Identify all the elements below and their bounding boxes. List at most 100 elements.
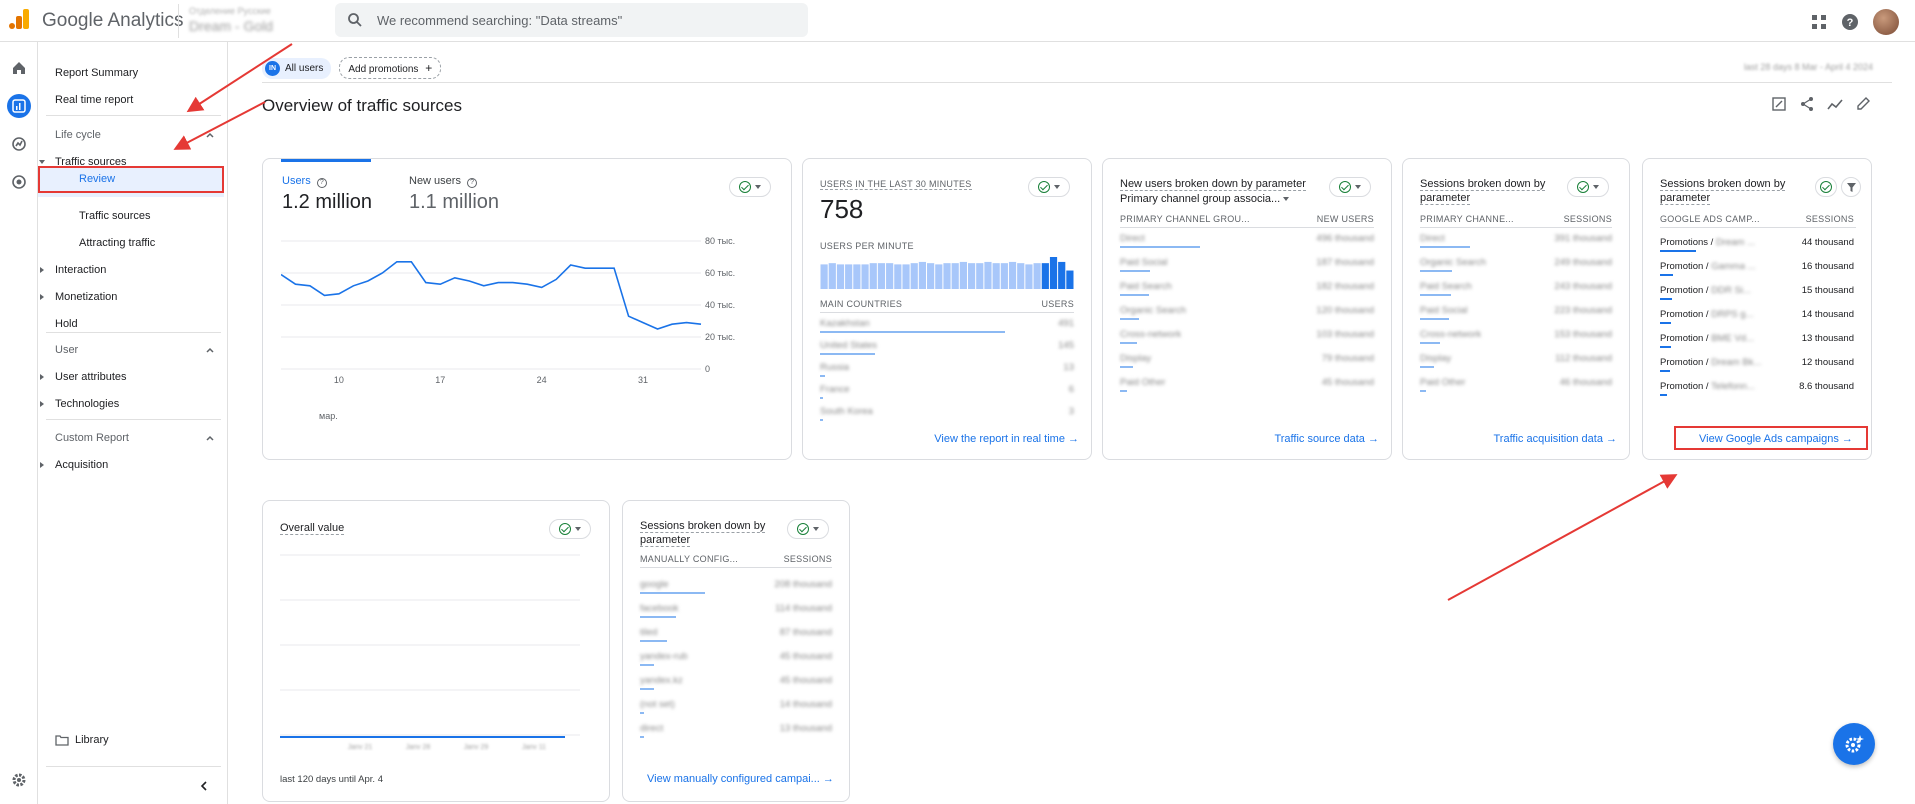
per-minute-bar: [861, 264, 869, 289]
collapse-sidebar-icon[interactable]: [198, 780, 210, 792]
comparison-status-button[interactable]: [729, 177, 771, 197]
card-title-text: Sessions broken down by parameter: [640, 520, 766, 547]
comparison-status-button[interactable]: [1815, 177, 1837, 197]
link-label: View the report in real time: [934, 433, 1065, 445]
share-icon[interactable]: [1799, 96, 1815, 112]
realtime-value: 758: [820, 194, 864, 224]
sidebar-item-report-summary[interactable]: Report Summary: [55, 63, 138, 83]
sidebar-item-user-attributes[interactable]: User attributes: [40, 367, 127, 387]
per-minute-bar: [976, 263, 984, 289]
section-custom-report[interactable]: Custom Report: [55, 428, 215, 448]
apps-grid-icon[interactable]: [1811, 14, 1827, 30]
all-users-chip[interactable]: IN All users: [262, 57, 332, 79]
edit-pencil-icon[interactable]: [1855, 96, 1871, 112]
date-range-picker[interactable]: last 28 days 8 Mar - April 4 2024: [1744, 62, 1873, 72]
metric-tab-new-users[interactable]: New users ?: [409, 175, 478, 188]
per-minute-bar: [927, 263, 935, 289]
sidebar-item-technologies[interactable]: Technologies: [39, 394, 119, 414]
comparison-status-button[interactable]: [1567, 177, 1609, 197]
sidebar-item-traffic-sources-sub[interactable]: Traffic sources: [79, 206, 151, 226]
sidebar-item-library[interactable]: Library: [55, 730, 109, 750]
section-user[interactable]: User: [55, 340, 215, 360]
row-label: Display: [1120, 353, 1152, 364]
advertising-icon[interactable]: [7, 170, 31, 194]
row-value: 491: [1058, 318, 1074, 329]
sidebar-item-hold[interactable]: Hold: [55, 314, 78, 334]
metric-label: New users: [409, 175, 461, 187]
insights-icon[interactable]: [1827, 96, 1843, 112]
row-bar: [1120, 294, 1150, 296]
filter-button[interactable]: [1841, 177, 1861, 197]
view-manual-campaigns-link[interactable]: View manually configured campai... →: [647, 773, 834, 785]
sidebar-item-review[interactable]: Review: [38, 166, 224, 193]
explore-icon[interactable]: [7, 132, 31, 156]
row-value: 13 thousand: [1801, 333, 1854, 344]
col-header-countries: MAIN COUNTRIES: [820, 299, 903, 309]
row-label-prefix: Promotion /: [1660, 333, 1712, 344]
sidebar-item-real-time[interactable]: Real time report: [55, 90, 133, 110]
search-input[interactable]: [377, 3, 797, 37]
row-value: 8.6 thousand: [1799, 381, 1854, 392]
google-analytics-logo[interactable]: [8, 8, 30, 30]
add-comparison-button[interactable]: Add promotions +: [339, 57, 442, 79]
y-tick-label: 60 тыс.: [705, 268, 735, 278]
card-title: Overall value: [280, 521, 345, 535]
x-tick-label: 10: [334, 375, 344, 385]
row-label: Paid Search: [1120, 281, 1172, 292]
row-bar: [820, 375, 825, 377]
chevron-up-icon[interactable]: [205, 433, 215, 443]
sidebar-item-attracting-traffic[interactable]: Attracting traffic: [79, 233, 155, 253]
plus-icon: +: [425, 61, 433, 75]
sidebar-item-interaction[interactable]: Interaction: [39, 260, 106, 280]
row-bar: [640, 736, 645, 738]
per-minute-bar: [910, 263, 918, 289]
chevron-up-icon[interactable]: [205, 345, 215, 355]
row-value: 187 thousand: [1316, 257, 1374, 268]
view-realtime-link[interactable]: View the report in real time →: [934, 433, 1079, 445]
row-bar: [640, 616, 676, 618]
col-header-sessions: SESSIONS: [1805, 214, 1854, 224]
row-label: France: [820, 384, 850, 395]
users-per-minute-bar-chart: [820, 257, 1074, 289]
check-circle-icon: [1820, 181, 1832, 193]
comparison-status-button[interactable]: [549, 519, 591, 539]
avatar[interactable]: [1873, 9, 1899, 35]
row-label: Organic Search: [1120, 305, 1187, 316]
sidebar-item-monetization[interactable]: Monetization: [39, 287, 117, 307]
sidebar-divider: [46, 115, 221, 116]
arrow-right-icon: →: [1368, 433, 1379, 445]
search-bar[interactable]: [335, 3, 808, 37]
info-icon[interactable]: ?: [316, 178, 327, 188]
row-label: facebook: [640, 603, 679, 614]
app-title: Google Analytics: [42, 10, 184, 31]
comparison-status-button[interactable]: [1028, 177, 1070, 197]
comparison-status-button[interactable]: [787, 519, 829, 539]
info-icon[interactable]: ?: [467, 178, 478, 188]
help-icon[interactable]: ?: [1841, 13, 1859, 31]
home-icon[interactable]: [7, 56, 31, 80]
comparison-status-button[interactable]: [1329, 177, 1371, 197]
row-label: South Korea: [820, 406, 873, 417]
chevron-up-icon[interactable]: [205, 130, 215, 140]
traffic-acquisition-link[interactable]: Traffic acquisition data →: [1493, 433, 1617, 445]
per-minute-bar: [935, 264, 943, 289]
sidebar-item-acquisition[interactable]: Acquisition: [39, 455, 108, 475]
account-picker[interactable]: Отделение Русские Dream - Gold: [178, 4, 318, 38]
row-label: yandex-rub: [640, 651, 688, 662]
assistant-fab-button[interactable]: [1833, 723, 1875, 765]
settings-gear-icon[interactable]: [7, 768, 31, 792]
dimension-picker[interactable]: Primary channel group associa...: [1120, 192, 1290, 206]
check-circle-icon: [739, 181, 751, 193]
row-label: Russia: [820, 362, 850, 373]
page-title: Overview of traffic sources: [262, 96, 462, 115]
customize-report-icon[interactable]: [1771, 96, 1787, 112]
check-circle-icon: [1577, 181, 1589, 193]
row-label: Organic Search: [1420, 257, 1487, 268]
metric-tab-users[interactable]: Users ?: [282, 175, 327, 188]
section-life-cycle[interactable]: Life cycle: [55, 125, 215, 145]
metric-label: Users: [282, 175, 311, 187]
traffic-source-data-link[interactable]: Traffic source data →: [1274, 433, 1379, 445]
row-bar: [640, 712, 645, 714]
row-value: 79 thousand: [1321, 353, 1374, 364]
reports-icon[interactable]: [7, 94, 31, 118]
